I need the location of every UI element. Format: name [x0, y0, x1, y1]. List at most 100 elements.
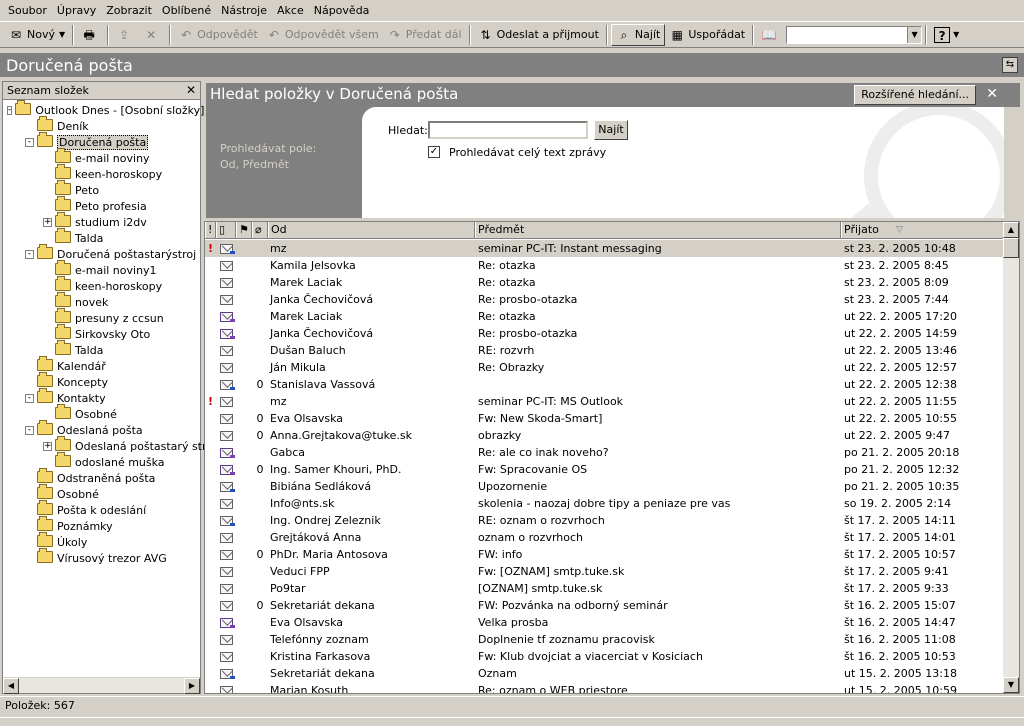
folder-item[interactable]: Deník	[3, 116, 200, 134]
folder-item[interactable]: Pošta k odeslání	[3, 500, 200, 518]
folder-item[interactable]: Poznámky	[3, 516, 200, 534]
scroll-thumb[interactable]	[1003, 238, 1019, 258]
close-icon[interactable]: ✕	[186, 83, 196, 97]
folder-item[interactable]: Talda	[3, 340, 200, 358]
scroll-right-icon[interactable]: ▶	[184, 678, 200, 694]
folder-item[interactable]: Osobné	[3, 404, 200, 422]
message-row[interactable]: 0 Stanislava Vassová ut 22. 2. 2005 12:38	[205, 376, 1005, 393]
column-icon[interactable]: ▯	[216, 222, 236, 238]
folder-item[interactable]: keen-horoskopy	[3, 164, 200, 182]
message-row[interactable]: 0 Ing. Samer Khouri, PhD. Fw: Spracovanie …	[205, 461, 1005, 478]
folder-item[interactable]: - Doručená pošta	[3, 132, 200, 150]
message-row[interactable]: Grejtáková Anna oznam o rozvrhoch št 17. 2…	[205, 529, 1005, 546]
folder-item[interactable]: Osobné	[3, 484, 200, 502]
message-row[interactable]: Gabca Re: ale co inak noveho? po 21. 2. 20…	[205, 444, 1005, 461]
message-row[interactable]: ! mz seminar PC-IT: MS Outlook ut 22. 2. 20…	[205, 393, 1005, 410]
folder-item[interactable]: - Odeslaná pošta	[3, 420, 200, 438]
message-row[interactable]: Telefónny zoznam Doplnenie tf zoznamu pra…	[205, 631, 1005, 648]
folder-item[interactable]: + Odeslaná poštastarý stro	[3, 436, 213, 454]
message-row[interactable]: Marian Kosuth Re: oznam o WEB priestore ut…	[205, 682, 1005, 693]
collapse-icon[interactable]: -	[25, 425, 34, 435]
message-row[interactable]: Bibiána Sedláková Upozornenie po 21. 2. 20…	[205, 478, 1005, 495]
folder-item[interactable]: + studium i2dv	[3, 212, 200, 230]
collapse-icon[interactable]: -	[7, 105, 13, 115]
message-row[interactable]: Sekretariát dekana Oznam ut 15. 2. 2005 13…	[205, 665, 1005, 682]
folder-item[interactable]: Vírusový trezor AVG	[3, 548, 200, 566]
fulltext-checkbox[interactable]: ✓	[428, 146, 440, 158]
organize-button[interactable]: ▦ Uspořádat	[665, 24, 749, 46]
folder-item[interactable]: keen-horoskopy	[3, 276, 200, 294]
message-row[interactable]: Kamila Jelsovka Re: otazka st 23. 2. 2005 …	[205, 257, 1005, 274]
scroll-left-icon[interactable]: ◀	[3, 678, 19, 694]
find-now-button[interactable]: Najít	[594, 120, 628, 140]
dropdown-arrow-icon[interactable]: ▼	[953, 30, 959, 39]
column-flag[interactable]: ⚑	[236, 222, 252, 238]
message-row[interactable]: Eva Olsavska Velka prosba št 16. 2. 2005 1…	[205, 614, 1005, 631]
menu-item[interactable]: Soubor	[8, 4, 47, 17]
column-attachment[interactable]: ⌀	[252, 222, 268, 238]
folder-item[interactable]: novek	[3, 292, 200, 310]
reply-all-button[interactable]: ↶ Odpovědět všem	[262, 24, 383, 46]
scroll-up-icon[interactable]: ▲	[1003, 222, 1019, 238]
folder-item[interactable]: Sirkovsky Oto	[3, 324, 200, 342]
folder-item[interactable]: Koncepty	[3, 372, 200, 390]
folder-item[interactable]: Peto	[3, 180, 200, 198]
column-importance[interactable]: !	[205, 222, 216, 238]
menu-item[interactable]: Úpravy	[57, 4, 96, 17]
vertical-scrollbar[interactable]: ▲ ▼	[1003, 222, 1019, 693]
expand-icon[interactable]: +	[43, 217, 52, 227]
collapse-icon[interactable]: -	[25, 137, 34, 147]
forward-button[interactable]: ↷ Předat dál	[383, 24, 466, 46]
menu-item[interactable]: Zobrazit	[106, 4, 152, 17]
address-search-combo[interactable]: ▼	[786, 25, 923, 44]
send-receive-button[interactable]: ⇅ Odeslat a přijmout	[474, 24, 603, 46]
message-row[interactable]: 0 Eva Olsavska Fw: New Skoda-Smart] ut 22. …	[205, 410, 1005, 427]
new-button[interactable]: ✉ Nový ▼	[4, 24, 69, 46]
message-row[interactable]: 0 PhDr. Maria Antosova FW: info št 17. 2. 2…	[205, 546, 1005, 563]
folder-item[interactable]: odoslané muška	[3, 452, 200, 470]
menu-item[interactable]: Nástroje	[221, 4, 267, 17]
folder-item[interactable]: - Outlook Dnes - [Osobní složky]	[3, 100, 204, 118]
message-row[interactable]: Info@nts.sk skolenia - naozaj dobre tipy …	[205, 495, 1005, 512]
menu-item[interactable]: Nápověda	[314, 4, 370, 17]
folder-item[interactable]: - Doručená poštastarýstroj	[3, 244, 200, 262]
message-row[interactable]: Dušan Baluch RE: rozvrh ut 22. 2. 2005 13:…	[205, 342, 1005, 359]
folder-item[interactable]: Kalendář	[3, 356, 200, 374]
address-book-button[interactable]: 📖	[757, 24, 784, 46]
folder-list-toggle-icon[interactable]: ⇆	[1002, 57, 1018, 73]
collapse-icon[interactable]: -	[25, 393, 34, 403]
message-row[interactable]: 0 Anna.Grejtakova@tuke.sk obrazky ut 22. 2.…	[205, 427, 1005, 444]
horizontal-scrollbar[interactable]: ◀ ▶	[3, 677, 200, 694]
folder-item[interactable]: e-mail noviny	[3, 148, 200, 166]
message-row[interactable]: ! mz seminar PC-IT: Instant messaging st 23…	[205, 240, 1005, 257]
find-button[interactable]: ⌕ Najít	[610, 23, 666, 46]
menu-item[interactable]: Akce	[277, 4, 304, 17]
message-row[interactable]: Po9tar [OZNAM] smtp.tuke.sk št 17. 2. 2005…	[205, 580, 1005, 597]
folder-item[interactable]: Úkoly	[3, 532, 200, 550]
print-button[interactable]: 🖶	[77, 24, 104, 46]
chevron-down-icon[interactable]: ▼	[907, 26, 922, 43]
delete-button[interactable]: ✕	[139, 24, 166, 46]
folder-item[interactable]: e-mail noviny1	[3, 260, 200, 278]
folder-item[interactable]: Odstraněná pošta	[3, 468, 200, 486]
find-input[interactable]	[428, 121, 588, 139]
column-subject[interactable]: Předmět	[475, 222, 841, 238]
message-row[interactable]: Ján Mikula Re: Obrazky ut 22. 2. 2005 12:5…	[205, 359, 1005, 376]
folder-item[interactable]: Talda	[3, 228, 200, 246]
scroll-down-icon[interactable]: ▼	[1003, 677, 1019, 693]
message-row[interactable]: Janka Čechovičová Re: prosbo-otazka ut 22.…	[205, 325, 1005, 342]
column-from[interactable]: Od	[268, 222, 475, 238]
advanced-find-button[interactable]: Rozšířené hledání...	[854, 85, 976, 105]
message-row[interactable]: 0 Sekretariát dekana FW: Pozvánka na odbor…	[205, 597, 1005, 614]
collapse-icon[interactable]: -	[25, 249, 34, 259]
message-row[interactable]: Ing. Ondrej Zeleznik RE: oznam o rozvrhoc…	[205, 512, 1005, 529]
message-row[interactable]: Marek Laciak Re: otazka ut 22. 2. 2005 17:…	[205, 308, 1005, 325]
menu-item[interactable]: Oblíbené	[162, 4, 211, 17]
close-icon[interactable]: ✕	[986, 86, 998, 102]
message-row[interactable]: Veduci FPP Fw: [OZNAM] smtp.tuke.sk št 17.…	[205, 563, 1005, 580]
help-button[interactable]: ? ▼	[930, 24, 963, 46]
folder-item[interactable]: presuny z ccsun	[3, 308, 200, 326]
column-received[interactable]: Přijato ▽	[841, 222, 1005, 238]
message-row[interactable]: Kristina Farkasova Fw: Klub dvojciat a vi…	[205, 648, 1005, 665]
message-row[interactable]: Marek Laciak Re: otazka st 23. 2. 2005 8:0…	[205, 274, 1005, 291]
